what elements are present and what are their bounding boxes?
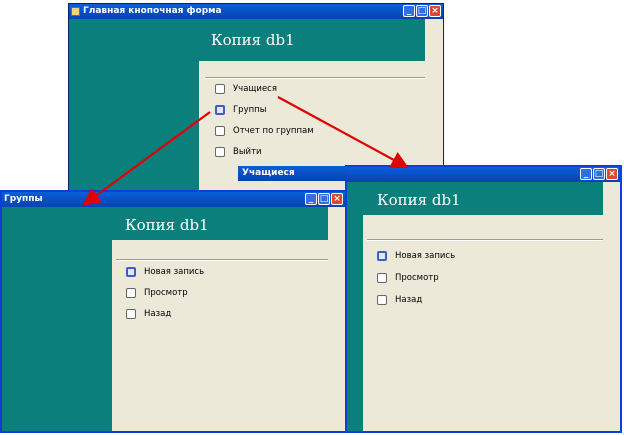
arrow-to-students — [277, 96, 409, 169]
navigation-arrows — [82, 96, 409, 206]
arrow-to-groups — [82, 111, 211, 206]
